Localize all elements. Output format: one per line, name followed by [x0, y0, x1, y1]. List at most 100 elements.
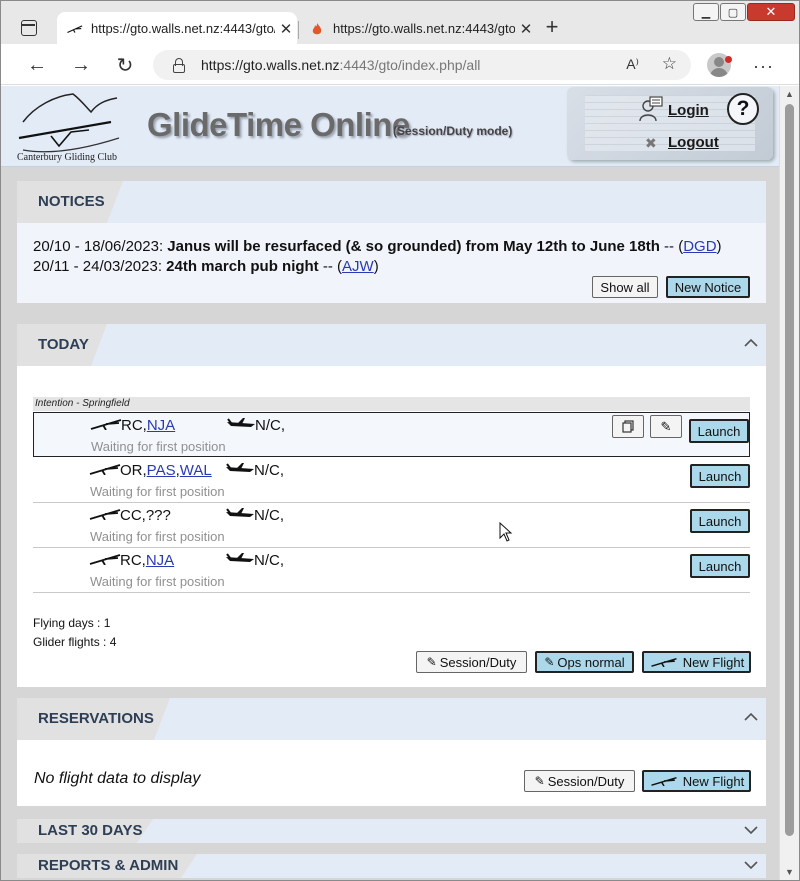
intention-label: Intention - Springfield	[33, 397, 750, 411]
today-header[interactable]: TODAY	[17, 324, 766, 366]
pencil-icon: ✎	[544, 655, 555, 669]
tug-plane-icon	[226, 463, 254, 472]
today-panel: TODAY Intention - Springfield RC,NJA N/C…	[17, 324, 766, 687]
nav-bar: ← → ↻ https://gto.walls.net.nz:4443/gto/…	[1, 44, 799, 85]
tab-bar: https://gto.walls.net.nz:4443/gto/ ✕ htt…	[1, 1, 799, 45]
notice-item: 20/10 - 18/06/2023: Janus will be resurf…	[33, 238, 722, 255]
reports-admin-header[interactable]: REPORTS & ADMIN	[17, 854, 766, 878]
url-text: https://gto.walls.net.nz:4443/gto/index.…	[201, 57, 481, 73]
help-button[interactable]: ?	[727, 93, 759, 125]
today-title: TODAY	[38, 336, 89, 353]
back-icon[interactable]: ←	[25, 53, 49, 77]
tab-close-icon[interactable]: ✕	[515, 20, 537, 38]
pencil-icon: ✎	[426, 655, 437, 669]
tab-title: https://gto.walls.net.nz:4443/gto/	[91, 21, 275, 36]
tug-status: N/C,	[254, 462, 284, 479]
page-scrollbar[interactable]: ▲ ▼	[779, 86, 799, 880]
minimize-icon[interactable]: ▁	[693, 3, 719, 21]
ops-normal-button[interactable]: ✎ Ops normal	[535, 651, 634, 673]
scroll-up-icon[interactable]: ▲	[785, 89, 794, 99]
flight-row[interactable]: CC,??? N/C, Waiting for first position L…	[33, 503, 750, 548]
lock-icon[interactable]	[173, 58, 185, 73]
window-close-icon[interactable]: ✕	[747, 3, 795, 21]
launch-button[interactable]: Launch	[690, 554, 750, 578]
glider-icon	[651, 657, 677, 667]
forward-icon[interactable]: →	[69, 53, 93, 77]
launch-button[interactable]: Launch	[689, 419, 749, 443]
chevron-down-icon[interactable]	[744, 858, 758, 872]
crew-unknown: ???	[145, 507, 171, 524]
crew-link[interactable]: PAS	[147, 462, 176, 479]
new-notice-button[interactable]: New Notice	[666, 276, 750, 298]
scroll-down-icon[interactable]: ▼	[785, 867, 794, 877]
reservations-header[interactable]: RESERVATIONS	[17, 698, 766, 740]
session-duty-button[interactable]: ✎ Session/Duty	[416, 651, 527, 673]
tab-close-icon[interactable]: ✕	[275, 20, 297, 38]
no-data-message: No flight data to display	[34, 770, 201, 787]
add-favorite-icon[interactable]: ☆	[662, 54, 677, 74]
flight-row[interactable]: RC,NJA N/C, Waiting for first position L…	[33, 548, 750, 593]
crew-link[interactable]: NJA	[147, 417, 175, 434]
profile-status-dot	[725, 56, 732, 63]
notices-title: NOTICES	[38, 193, 105, 210]
glider-favicon-icon	[67, 21, 83, 37]
login-link[interactable]: Login	[668, 102, 709, 119]
launch-button[interactable]: Launch	[690, 509, 750, 533]
flight-crew: OR,PAS,WAL	[120, 462, 212, 479]
glider-flights-stat: Glider flights : 4	[33, 635, 117, 649]
copy-icon	[622, 420, 634, 433]
crew-link[interactable]: WAL	[180, 462, 212, 479]
notice-author-link[interactable]: DGD	[683, 238, 716, 255]
edit-flight-button[interactable]: ✎	[650, 415, 682, 438]
flying-days-stat: Flying days : 1	[33, 616, 111, 630]
show-all-button[interactable]: Show all	[592, 276, 658, 298]
new-flight-button[interactable]: New Flight	[642, 770, 751, 792]
notice-author-link[interactable]: AJW	[342, 258, 374, 275]
more-menu-icon[interactable]: ···	[753, 56, 774, 77]
glider-icon	[89, 509, 121, 520]
tab-actions-icon[interactable]	[21, 20, 37, 36]
new-flight-button[interactable]: New Flight	[642, 651, 751, 673]
app-header: Canterbury Gliding Club GlideTime Online…	[1, 86, 779, 167]
reports-admin-panel: REPORTS & ADMIN	[17, 854, 766, 878]
flight-row[interactable]: RC,NJA N/C, Waiting for first position ✎…	[33, 412, 750, 457]
tab-active[interactable]: https://gto.walls.net.nz:4443/gto/ ✕	[57, 12, 297, 45]
read-aloud-icon[interactable]: A⁾	[626, 56, 639, 73]
tug-plane-icon	[226, 508, 254, 517]
chevron-up-icon[interactable]	[744, 710, 758, 724]
crew-link[interactable]: NJA	[146, 552, 174, 569]
session-duty-button[interactable]: ✎ Session/Duty	[524, 770, 635, 792]
mouse-cursor-icon	[499, 522, 513, 542]
flight-row[interactable]: OR,PAS,WAL N/C, Waiting for first positi…	[33, 458, 750, 503]
glider-icon	[89, 464, 121, 475]
last-30-days-header[interactable]: LAST 30 DAYS	[17, 819, 766, 843]
tug-status: N/C,	[254, 507, 284, 524]
launch-button[interactable]: Launch	[690, 464, 750, 488]
browser-window: https://gto.walls.net.nz:4443/gto/ ✕ htt…	[0, 0, 800, 881]
chevron-up-icon[interactable]	[744, 336, 758, 350]
maximize-icon[interactable]: ▢	[720, 3, 746, 21]
flight-status: Waiting for first position	[90, 574, 225, 589]
app-title: GlideTime Online	[147, 106, 410, 143]
glider-icon	[89, 554, 121, 565]
reservations-panel: RESERVATIONS No flight data to display ✎…	[17, 698, 766, 806]
user-login-icon	[639, 96, 663, 122]
copy-flight-button[interactable]	[612, 415, 644, 438]
notices-header[interactable]: NOTICES	[17, 181, 766, 223]
address-bar[interactable]: https://gto.walls.net.nz:4443/gto/index.…	[153, 50, 691, 80]
glider-icon	[90, 419, 122, 430]
app-mode: (Session/Duty mode)	[393, 124, 513, 138]
reservations-title: RESERVATIONS	[38, 710, 154, 727]
tug-status: N/C,	[255, 417, 285, 434]
pencil-icon: ✎	[660, 418, 672, 434]
scrollbar-thumb[interactable]	[785, 104, 794, 836]
chevron-down-icon[interactable]	[744, 823, 758, 837]
logout-link[interactable]: Logout	[668, 134, 719, 151]
tug-plane-icon	[226, 553, 254, 562]
flight-status: Waiting for first position	[90, 529, 225, 544]
refresh-icon[interactable]: ↻	[113, 53, 137, 77]
new-tab-icon[interactable]: +	[541, 16, 563, 39]
tab-inactive[interactable]: https://gto.walls.net.nz:4443/gto/ ✕	[299, 12, 537, 45]
notices-panel: NOTICES 20/10 - 18/06/2023: Janus will b…	[17, 181, 766, 303]
last-30-days-panel: LAST 30 DAYS	[17, 819, 766, 843]
